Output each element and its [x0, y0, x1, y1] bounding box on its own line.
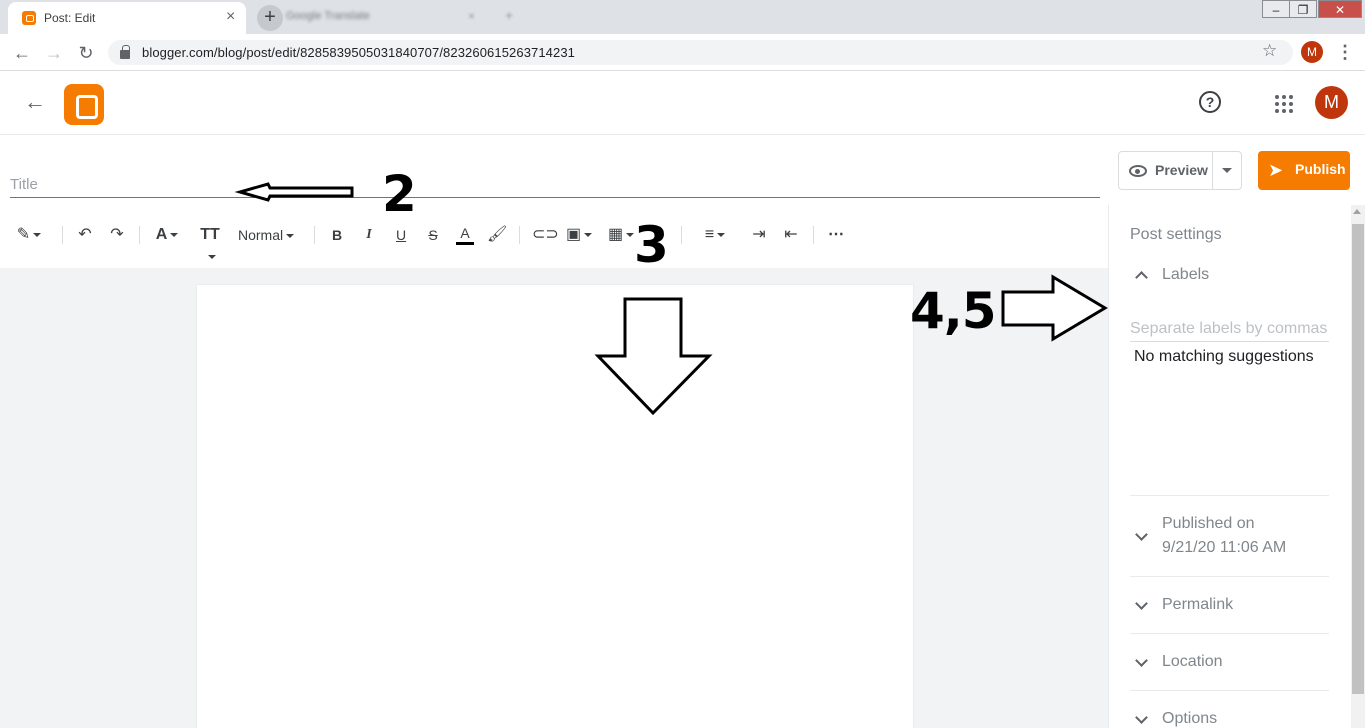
- annotation-number-3: 3: [634, 216, 669, 274]
- left-arrow-annotation: [234, 182, 354, 202]
- annotation-number-2: 2: [382, 165, 417, 223]
- annotation-overlay: [234, 182, 1108, 416]
- right-arrow-annotation: [1001, 274, 1108, 342]
- down-arrow-annotation: [594, 297, 713, 416]
- annotation-number-4-5: 4,5: [910, 282, 997, 340]
